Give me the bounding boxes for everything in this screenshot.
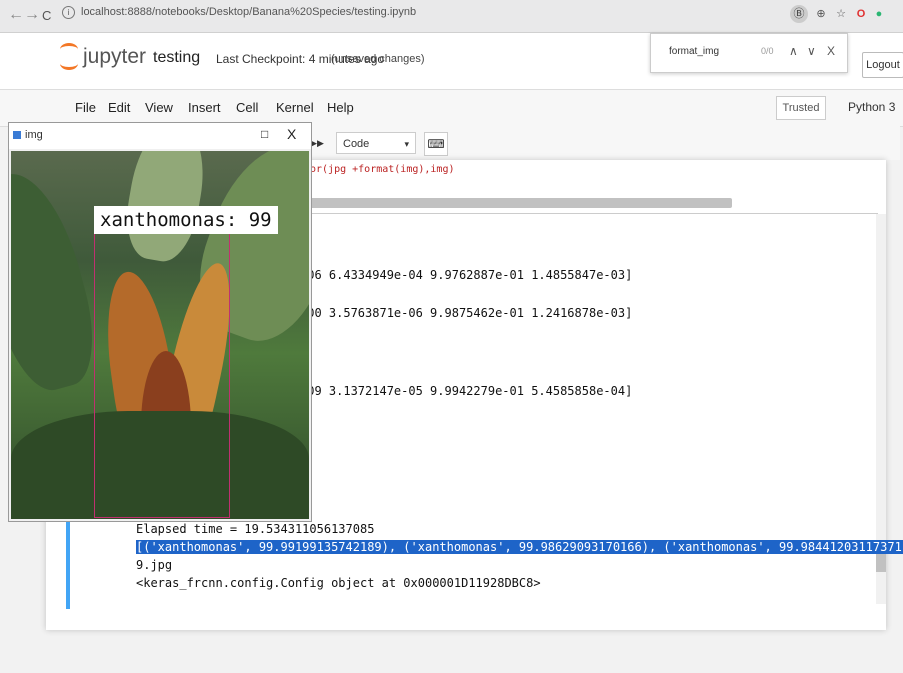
find-prev-button[interactable]: ∧ xyxy=(789,44,798,58)
logout-button[interactable]: Logout xyxy=(862,52,903,78)
menu-file[interactable]: File xyxy=(75,100,96,115)
cell-type-select[interactable]: Code ▾ xyxy=(336,132,416,154)
filename-output: 9.jpg xyxy=(136,558,173,572)
opera-icon[interactable]: O xyxy=(852,5,870,23)
extension-icon[interactable]: Ⓑ xyxy=(790,5,808,23)
notebook-name[interactable]: testing xyxy=(153,49,200,67)
horizontal-scrollbar[interactable] xyxy=(300,198,732,208)
output-line-3: -09 3.1372147e-05 9.9942279e-01 5.458585… xyxy=(300,384,633,398)
star-icon[interactable]: ☆ xyxy=(832,5,850,23)
menu-insert[interactable]: Insert xyxy=(188,100,221,115)
reload-button[interactable]: C xyxy=(42,8,51,23)
find-close-button[interactable]: X xyxy=(827,44,835,58)
unsaved-indicator: (unsaved changes) xyxy=(331,53,425,65)
find-input[interactable]: format_img xyxy=(669,46,719,57)
image-window-titlebar[interactable]: img □ X xyxy=(9,123,311,149)
address-bar[interactable]: i localhost:8888/notebooks/Desktop/Banana… xyxy=(62,6,416,19)
menu-edit[interactable]: Edit xyxy=(108,100,130,115)
window-icon xyxy=(13,131,21,139)
code-fragment: or(jpg +format(img),img) xyxy=(310,164,455,175)
find-next-button[interactable]: ∨ xyxy=(807,44,816,58)
browser-toolbar: ← → C i localhost:8888/notebooks/Desktop/… xyxy=(0,0,903,33)
detection-label: xanthomonas: 99 xyxy=(94,206,278,234)
url-text: localhost:8888/notebooks/Desktop/Banana%… xyxy=(81,6,417,18)
keyboard-icon[interactable]: ⌨ xyxy=(424,132,448,156)
menu-cell[interactable]: Cell xyxy=(236,100,258,115)
image-window[interactable]: img □ X xanthomonas: 99 xyxy=(8,122,312,522)
trusted-indicator[interactable]: Trusted xyxy=(776,96,826,120)
close-icon[interactable]: X xyxy=(287,126,296,142)
kernel-indicator: Python 3 xyxy=(848,100,896,114)
menu-help[interactable]: Help xyxy=(327,100,354,115)
minimize-icon[interactable]: □ xyxy=(261,127,268,141)
output-line-2: -00 3.5763871e-06 9.9875462e-01 1.241687… xyxy=(300,306,633,320)
chevron-down-icon: ▾ xyxy=(404,139,409,149)
prediction-result: [('xanthomonas', 99.99199135742189), ('x… xyxy=(136,540,903,554)
menu-view[interactable]: View xyxy=(145,100,173,115)
vpn-icon[interactable]: ● xyxy=(870,5,888,23)
image-window-title: img xyxy=(25,129,43,141)
find-count: 0/0 xyxy=(761,46,774,56)
info-icon: i xyxy=(62,6,75,19)
config-output: <keras_frcnn.config.Config object at 0x0… xyxy=(136,576,541,590)
notebook-toolbar: ▶▶ Code ▾ ⌨ xyxy=(300,126,900,160)
forward-button[interactable]: → xyxy=(24,6,40,24)
banana-plant-photo: xanthomonas: 99 xyxy=(11,151,309,519)
menu-kernel[interactable]: Kernel xyxy=(276,100,314,115)
detection-box xyxy=(94,206,230,518)
output-divider xyxy=(300,213,878,214)
jupyter-logo-text[interactable]: jupyter xyxy=(83,45,146,69)
elapsed-time: Elapsed time = 19.534311056137085 xyxy=(136,522,375,536)
zoom-icon[interactable]: ⊕ xyxy=(812,5,830,23)
output-line-1: -06 6.4334949e-04 9.9762887e-01 1.485584… xyxy=(300,268,633,282)
back-button[interactable]: ← xyxy=(8,6,24,24)
find-bar: format_img 0/0 ∧ ∨ X xyxy=(650,33,848,73)
cell-type-value: Code xyxy=(343,138,370,150)
